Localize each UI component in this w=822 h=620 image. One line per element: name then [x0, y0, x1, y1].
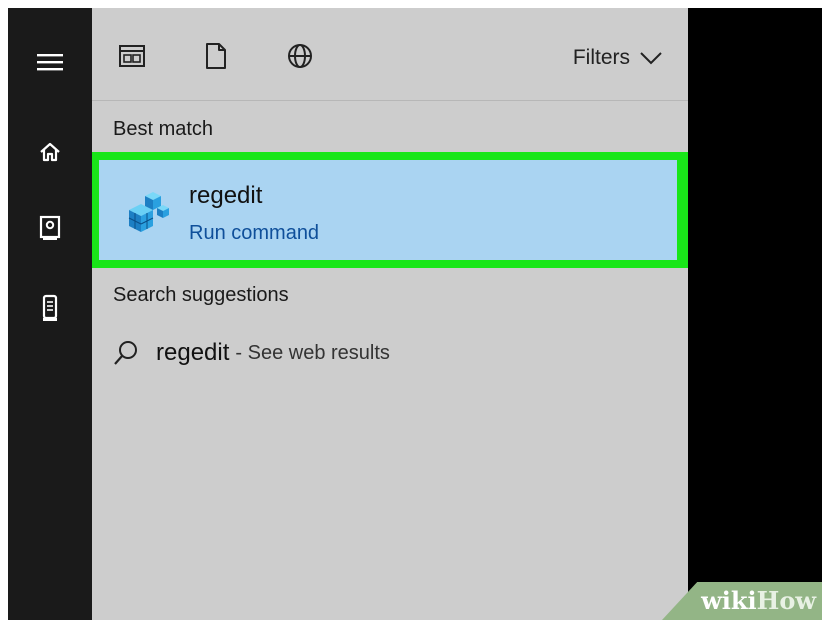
filters-label: Filters [572, 46, 630, 69]
watermark-wiki: wiki [701, 586, 757, 615]
web-icon[interactable] [284, 40, 316, 72]
wikihow-logo-text: wikiHow [701, 586, 816, 615]
best-match-result[interactable]: regedit Run command [99, 160, 677, 260]
search-icon [114, 341, 137, 365]
suggestion-item[interactable]: regedit - See web results [112, 336, 672, 370]
best-match-type: Run command [189, 222, 320, 244]
start-left-rail [8, 8, 92, 620]
tower-icon[interactable] [8, 288, 92, 328]
documents-icon[interactable] [200, 40, 232, 72]
home-icon[interactable] [8, 132, 92, 172]
search-filter-toolbar: Filters [92, 8, 688, 101]
suggestion-hint: - See web results [235, 341, 390, 364]
registry-editor-icon [121, 186, 173, 238]
suggestion-term: regedit [156, 339, 230, 366]
contacts-icon[interactable] [8, 208, 92, 248]
best-match-highlight: regedit Run command [92, 152, 688, 268]
filters-dropdown[interactable]: Filters [573, 44, 662, 72]
apps-icon[interactable] [116, 40, 148, 72]
best-match-heading: Best match [113, 118, 214, 140]
search-suggestions-heading: Search suggestions [113, 284, 289, 306]
best-match-name: regedit [189, 182, 263, 209]
chevron-down-icon [640, 52, 662, 65]
hamburger-menu-icon[interactable] [8, 42, 92, 82]
search-results-panel: Filters Best match regedit Run command S… [92, 8, 688, 620]
watermark-how: How [756, 586, 816, 615]
